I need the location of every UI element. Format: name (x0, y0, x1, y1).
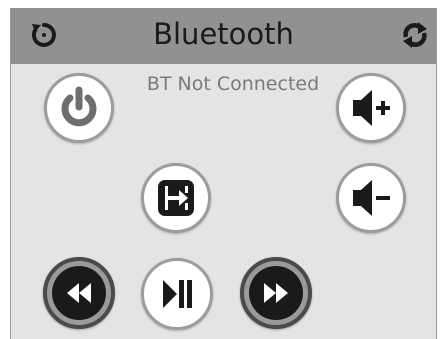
fast-forward-icon (264, 283, 288, 303)
bluetooth-panel: Bluetooth BT Not Connected (10, 8, 437, 339)
source-button[interactable] (141, 163, 211, 233)
volume-down-icon (353, 180, 390, 216)
power-icon (61, 86, 97, 127)
volume-down-button[interactable] (336, 163, 406, 233)
sync-icon[interactable] (400, 20, 430, 50)
page-title: Bluetooth (153, 17, 294, 51)
volume-up-button[interactable] (336, 73, 406, 143)
power-button[interactable] (44, 73, 114, 143)
input-source-icon (158, 180, 194, 216)
header-bar: Bluetooth (11, 8, 436, 64)
volume-up-icon (353, 90, 390, 126)
connection-status: BT Not Connected (146, 73, 320, 95)
fast-forward-button[interactable] (240, 257, 312, 329)
rewind-icon (67, 283, 91, 303)
play-pause-icon (163, 280, 192, 308)
play-pause-button[interactable] (141, 258, 213, 330)
rewind-button[interactable] (43, 257, 115, 329)
